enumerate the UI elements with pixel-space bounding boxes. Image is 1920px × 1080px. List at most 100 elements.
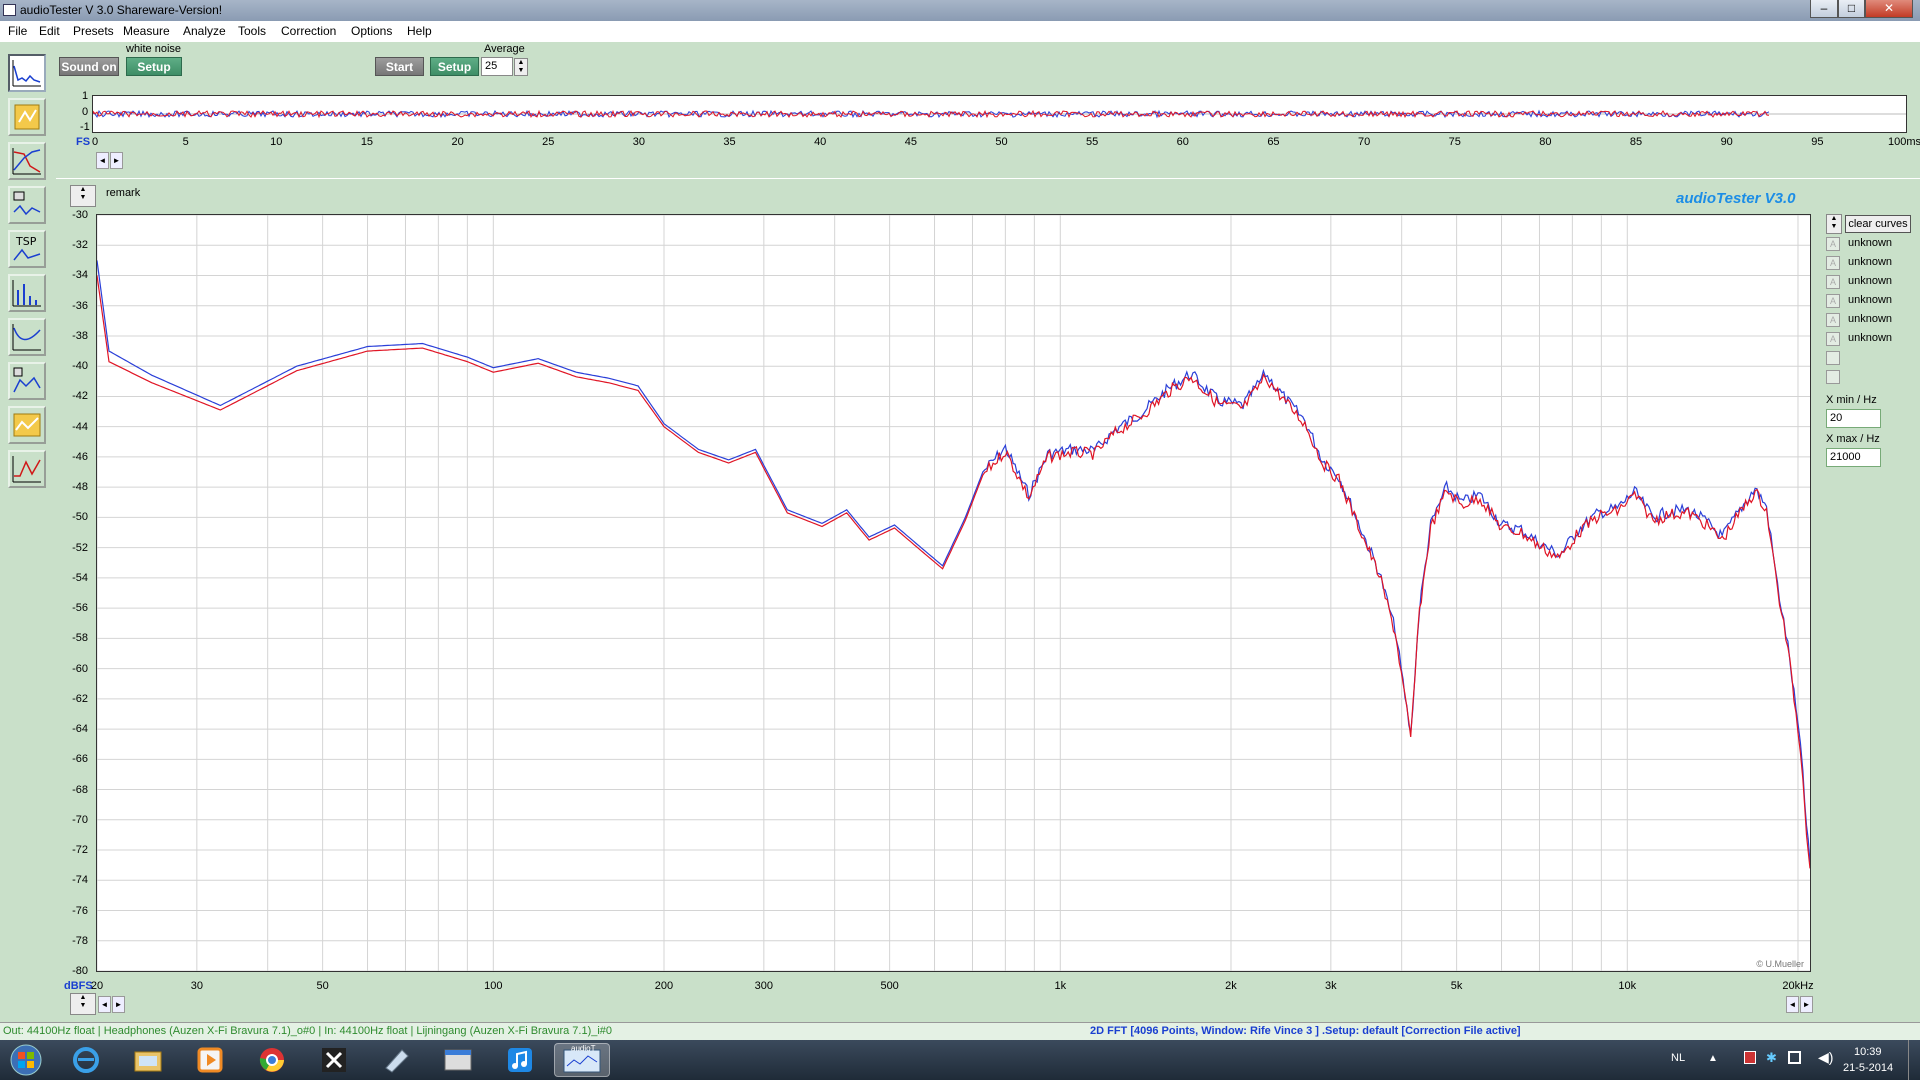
clock-date[interactable]: 21-5-2014 xyxy=(1843,1062,1893,1074)
speaker-tool-button[interactable] xyxy=(8,98,46,136)
curve-toggle-icon: A xyxy=(1826,294,1840,308)
show-desktop-button[interactable] xyxy=(1908,1040,1920,1080)
menu-edit[interactable]: Edit xyxy=(39,24,60,38)
taskbar-app-x[interactable] xyxy=(306,1043,362,1077)
legend-spinner[interactable]: ▲ ▼ xyxy=(1826,214,1842,234)
taskbar-app-notes[interactable] xyxy=(368,1043,424,1077)
window-app-icon xyxy=(444,1049,472,1071)
plot-zoom-spinner[interactable]: ▲ ▼ xyxy=(70,185,96,207)
curve-toggle-icon xyxy=(1826,370,1840,384)
taskbar-ie[interactable] xyxy=(58,1043,114,1077)
fft-tool-button[interactable] xyxy=(8,274,46,312)
osc-x-tick-label: 90 xyxy=(1720,136,1733,148)
menu-presets[interactable]: Presets xyxy=(73,24,114,38)
curve-toggle-icon: A xyxy=(1826,313,1840,327)
generator-setup-button[interactable]: Setup xyxy=(126,57,182,76)
taskbar-chrome[interactable] xyxy=(244,1043,300,1077)
fft-icon xyxy=(12,280,41,307)
taskbar-audiotester[interactable]: audioT xyxy=(554,1043,610,1077)
app-icon xyxy=(3,4,16,16)
close-button[interactable]: ✕ xyxy=(1865,0,1913,18)
curve-toggle-icon: A xyxy=(1826,275,1840,289)
x-tick-label: 100 xyxy=(484,980,503,992)
osc-x-tick-label: 0 xyxy=(91,136,99,148)
fft-plot[interactable]: © U.Mueller xyxy=(96,214,1811,972)
impedance-tool-button[interactable] xyxy=(8,186,46,224)
volume-tray-icon[interactable]: ◀) xyxy=(1818,1049,1833,1066)
x-tick-label: 20 xyxy=(90,980,104,992)
plot-scroll-right[interactable]: ► xyxy=(112,996,125,1013)
menu-correction[interactable]: Correction xyxy=(281,24,336,38)
waterfall-tool-button[interactable] xyxy=(8,362,46,400)
taskbar-app-music[interactable] xyxy=(492,1043,548,1077)
folder-icon xyxy=(134,1051,162,1072)
maximize-button[interactable]: □ xyxy=(1838,0,1865,18)
y-unit-label: dBFS xyxy=(64,980,93,992)
x-tick-label: 300 xyxy=(754,980,774,992)
x-app-icon xyxy=(322,1048,346,1072)
menu-bar: File Edit Presets Measure Analyze Tools … xyxy=(0,21,1920,42)
windows-logo-icon xyxy=(10,1044,42,1076)
minimize-button[interactable]: – xyxy=(1810,0,1838,18)
spectrum-icon xyxy=(12,60,41,87)
osc-scroll-left[interactable]: ◄ xyxy=(96,152,109,169)
xmin-label: X min / Hz xyxy=(1826,394,1877,406)
menu-file[interactable]: File xyxy=(8,24,27,38)
menu-help[interactable]: Help xyxy=(407,24,432,38)
osc-x-tick-label: 75 xyxy=(1448,136,1461,148)
osc-x-tick-label: 25 xyxy=(542,136,555,148)
y-tick-label: -78 xyxy=(72,934,88,947)
menu-tools[interactable]: Tools xyxy=(238,24,266,38)
x-tick-label: 1k xyxy=(1054,980,1067,992)
spectrum-tool-button[interactable] xyxy=(8,54,46,92)
osc-x-tick-label: 5 xyxy=(182,136,189,148)
x-zoom-spinner[interactable]: ▲ ▼ xyxy=(70,993,96,1015)
plot-scroll-left-end[interactable]: ◄ xyxy=(1786,996,1799,1013)
active-app-label: audioT xyxy=(571,1044,596,1053)
x-tick-label: 2k xyxy=(1225,980,1237,992)
language-indicator[interactable]: NL xyxy=(1671,1052,1685,1064)
osc-x-tick-label: 60 xyxy=(1176,136,1189,148)
tray-expand-icon[interactable]: ▲ xyxy=(1708,1053,1718,1064)
analyzer-setup-button[interactable]: Setup xyxy=(430,57,479,76)
menu-options[interactable]: Options xyxy=(351,24,392,38)
remark-label: remark xyxy=(106,187,141,199)
plot-scroll-left[interactable]: ◄ xyxy=(98,996,111,1013)
average-spinner[interactable]: ▲ ▼ xyxy=(514,58,528,76)
x-tick-label: 30 xyxy=(190,980,203,992)
y-tick-label: -62 xyxy=(72,692,88,705)
flag-tray-icon[interactable] xyxy=(1744,1051,1756,1064)
tsp-tool-button[interactable]: TSP xyxy=(8,230,46,268)
average-input[interactable]: 25 xyxy=(481,57,513,76)
bluetooth-tray-icon[interactable]: ✱ xyxy=(1766,1050,1777,1066)
series-line-1 xyxy=(96,260,1811,863)
filter-tool-button[interactable] xyxy=(8,142,46,180)
osc-y-tick: -1 xyxy=(80,121,90,133)
osc-x-tick-label: 95 xyxy=(1811,136,1824,148)
y-tick-label: -72 xyxy=(72,844,88,857)
clock-time[interactable]: 10:39 xyxy=(1854,1046,1882,1058)
menu-analyze[interactable]: Analyze xyxy=(183,24,226,38)
network-tray-icon[interactable] xyxy=(1788,1051,1801,1064)
xmin-input[interactable]: 20 xyxy=(1826,409,1881,428)
start-button[interactable]: Start xyxy=(375,57,424,76)
taskbar-explorer[interactable] xyxy=(120,1043,176,1077)
xmax-input[interactable]: 21000 xyxy=(1826,448,1881,467)
y-tick-label: -60 xyxy=(72,662,88,675)
start-orb-button[interactable] xyxy=(2,1043,50,1077)
response-tool-button[interactable] xyxy=(8,318,46,356)
plot-scroll-right-end[interactable]: ► xyxy=(1800,996,1813,1013)
osc-x-tick-label: 30 xyxy=(632,136,646,148)
osc-scroll-right[interactable]: ► xyxy=(110,152,123,169)
taskbar-media-player[interactable] xyxy=(182,1043,238,1077)
distortion-tool-button[interactable] xyxy=(8,406,46,444)
menu-measure[interactable]: Measure xyxy=(123,24,170,38)
clear-curves-button[interactable]: clear curves xyxy=(1845,215,1911,233)
sound-on-button[interactable]: Sound on xyxy=(59,57,119,76)
y-tick-label: -46 xyxy=(72,450,88,463)
oscilloscope-view[interactable] xyxy=(92,95,1907,133)
internet-explorer-icon xyxy=(73,1047,99,1073)
phase-tool-button[interactable] xyxy=(8,450,46,488)
taskbar-app-window[interactable] xyxy=(430,1043,486,1077)
y-tick-label: -42 xyxy=(72,390,88,403)
